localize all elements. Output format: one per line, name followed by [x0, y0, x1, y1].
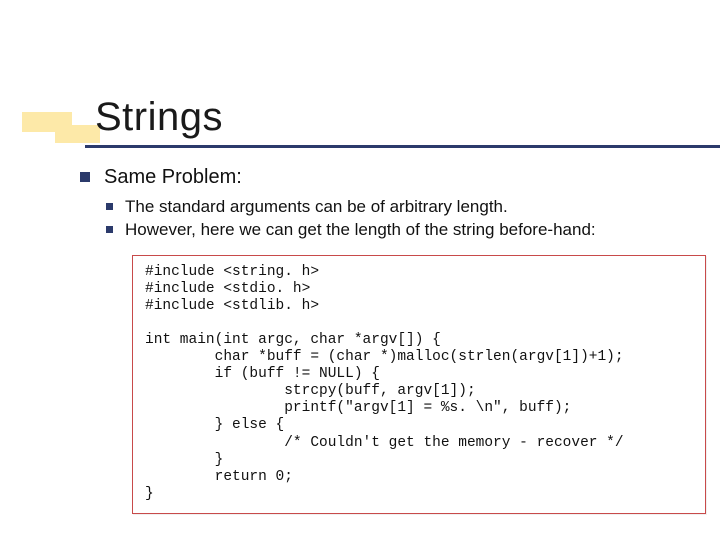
slide-title: Strings: [95, 95, 223, 140]
bullet-level2: The standard arguments can be of arbitra…: [106, 196, 696, 217]
square-bullet-icon: [106, 203, 113, 210]
slide-content: Same Problem: The standard arguments can…: [80, 165, 696, 514]
heading-text: Same Problem:: [104, 165, 242, 190]
code-listing: #include <string. h> #include <stdio. h>…: [145, 264, 693, 504]
square-bullet-icon: [80, 172, 90, 182]
code-listing-box: #include <string. h> #include <stdio. h>…: [132, 255, 706, 515]
square-bullet-icon: [106, 226, 113, 233]
point-text: The standard arguments can be of arbitra…: [125, 196, 508, 217]
accent-block-small: [55, 125, 100, 143]
point-text: However, here we can get the length of t…: [125, 219, 596, 240]
title-underline: [85, 145, 720, 148]
bullet-level1: Same Problem:: [80, 165, 696, 190]
sub-bullets: The standard arguments can be of arbitra…: [106, 196, 696, 241]
bullet-level2: However, here we can get the length of t…: [106, 219, 696, 240]
